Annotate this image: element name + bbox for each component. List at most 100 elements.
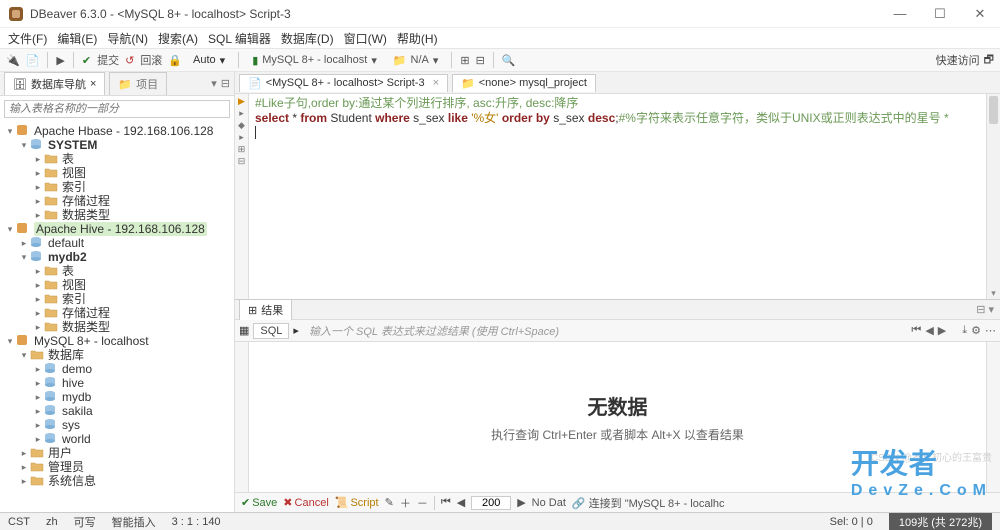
tree-node[interactable]: ▸default bbox=[0, 236, 234, 250]
tree-node[interactable]: ▸数据类型 bbox=[0, 208, 234, 222]
perspective-icon[interactable]: 🗗 bbox=[984, 51, 994, 70]
connection-dropdown[interactable]: ▮ MySQL 8+ - localhost ▾ bbox=[247, 52, 382, 69]
more-icon[interactable]: ⋯ bbox=[985, 324, 996, 337]
tree-node[interactable]: ▸表 bbox=[0, 264, 234, 278]
menu-item[interactable]: 数据库(D) bbox=[281, 30, 334, 47]
twisty-icon[interactable]: ▾ bbox=[18, 138, 30, 152]
tree-node[interactable]: ▾数据库 bbox=[0, 348, 234, 362]
code-area[interactable]: #Like子句,order by:通过某个列进行排序, asc:升序, desc… bbox=[249, 94, 1000, 299]
results-menu-icon[interactable]: ⊟ ▾ bbox=[976, 303, 1000, 316]
gutter-icon[interactable]: ◆ bbox=[238, 120, 245, 131]
filter-expand-icon[interactable]: ▸ bbox=[293, 324, 299, 337]
tree-node[interactable]: ▸索引 bbox=[0, 180, 234, 194]
twisty-icon[interactable]: ▸ bbox=[32, 166, 44, 180]
auto-commit-dropdown[interactable]: Auto ▾ bbox=[188, 52, 230, 69]
minimize-button[interactable]: — bbox=[888, 6, 912, 22]
tree-node[interactable]: ▸视图 bbox=[0, 278, 234, 292]
twisty-icon[interactable]: ▸ bbox=[32, 432, 44, 446]
add-icon[interactable]: ＋ bbox=[400, 495, 411, 511]
sql-filter-badge[interactable]: SQL bbox=[253, 323, 289, 339]
prev-page-icon[interactable]: ◀ bbox=[457, 496, 465, 509]
tree-node[interactable]: ▸表 bbox=[0, 152, 234, 166]
cancel-button[interactable]: ✖ Cancel bbox=[283, 496, 328, 509]
twisty-icon[interactable]: ▸ bbox=[18, 474, 30, 488]
sql-editor[interactable]: ▶ ▸ ◆ ▸ ⊞ ⊟ #Like子句,order by:通过某个列进行排序, … bbox=[235, 94, 1000, 300]
twisty-icon[interactable]: ▸ bbox=[32, 362, 44, 376]
save-button[interactable]: ✔ Save bbox=[241, 496, 277, 509]
quick-access[interactable]: 快速访问 bbox=[936, 52, 980, 68]
tree-node[interactable]: ▸管理员 bbox=[0, 460, 234, 474]
config-icon[interactable]: ⚙ bbox=[971, 324, 981, 337]
menu-item[interactable]: 文件(F) bbox=[8, 30, 47, 47]
tab-db-navigator[interactable]: 🗄 数据库导航 × bbox=[4, 72, 105, 95]
new-sql-icon[interactable]: 📄 bbox=[26, 54, 40, 67]
results-filter-input[interactable]: 输入一个 SQL 表达式来过滤结果 (使用 Ctrl+Space) bbox=[303, 323, 907, 339]
close-button[interactable]: ✕ bbox=[968, 6, 992, 22]
tree-node[interactable]: ▸索引 bbox=[0, 292, 234, 306]
grid-icon[interactable]: ▦ bbox=[239, 324, 249, 337]
new-connection-icon[interactable]: 🔌 bbox=[6, 54, 20, 67]
twisty-icon[interactable]: ▸ bbox=[32, 180, 44, 194]
twisty-icon[interactable]: ▾ bbox=[4, 124, 16, 138]
maximize-button[interactable]: ☐ bbox=[928, 6, 952, 22]
tree-node[interactable]: ▸数据类型 bbox=[0, 320, 234, 334]
twisty-icon[interactable]: ▸ bbox=[32, 278, 44, 292]
menu-item[interactable]: 帮助(H) bbox=[397, 30, 438, 47]
script-button[interactable]: 📜 Script bbox=[335, 496, 379, 509]
tab-projects[interactable]: 📁 项目 bbox=[109, 72, 167, 95]
schema-dropdown[interactable]: 📁 N/A ▾ bbox=[388, 52, 444, 69]
twisty-icon[interactable]: ▸ bbox=[32, 306, 44, 320]
editor-scrollbar[interactable]: ▴ ▾ bbox=[986, 94, 1000, 299]
tree-node[interactable]: ▸mydb bbox=[0, 390, 234, 404]
twisty-icon[interactable]: ▸ bbox=[18, 236, 30, 250]
twisty-icon[interactable]: ▸ bbox=[18, 460, 30, 474]
nav-prev-icon[interactable]: ◀ bbox=[925, 324, 933, 337]
export-icon[interactable]: ⤓ bbox=[962, 324, 967, 337]
tree-node[interactable]: ▸存储过程 bbox=[0, 194, 234, 208]
run-icon[interactable]: ▶ bbox=[238, 96, 245, 107]
fetch-size-input[interactable] bbox=[471, 496, 511, 510]
twisty-icon[interactable]: ▸ bbox=[32, 292, 44, 306]
tree-node[interactable]: ▸用户 bbox=[0, 446, 234, 460]
navigator-filter-input[interactable] bbox=[4, 100, 230, 118]
database-tree[interactable]: ▾Apache Hbase - 192.168.106.128▾SYSTEM▸表… bbox=[0, 122, 234, 512]
sidebar-menu-icon[interactable]: ▾ bbox=[211, 77, 217, 90]
rollback-label[interactable]: 回滚 bbox=[140, 52, 162, 68]
tree-node[interactable]: ▸hive bbox=[0, 376, 234, 390]
menu-item[interactable]: 窗口(W) bbox=[344, 30, 387, 47]
commit-icon[interactable]: ✔ bbox=[82, 54, 91, 67]
twisty-icon[interactable]: ▸ bbox=[32, 194, 44, 208]
menu-item[interactable]: 编辑(E) bbox=[57, 30, 97, 47]
twisty-icon[interactable]: ▸ bbox=[32, 404, 44, 418]
tool-icon-2[interactable]: ⊟ bbox=[476, 54, 485, 67]
commit-label[interactable]: 提交 bbox=[97, 52, 119, 68]
twisty-icon[interactable]: ▸ bbox=[32, 264, 44, 278]
twisty-icon[interactable]: ▸ bbox=[32, 418, 44, 432]
tree-node[interactable]: ▸sakila bbox=[0, 404, 234, 418]
tree-node[interactable]: ▾SYSTEM bbox=[0, 138, 234, 152]
heap-status[interactable]: 109兆 (共 272兆) bbox=[889, 513, 992, 530]
rollback-icon[interactable]: ↺ bbox=[125, 54, 134, 67]
twisty-icon[interactable]: ▾ bbox=[4, 334, 16, 348]
tree-node[interactable]: ▸sys bbox=[0, 418, 234, 432]
first-page-icon[interactable]: ⏮ bbox=[441, 496, 451, 509]
tree-node[interactable]: ▾mydb2 bbox=[0, 250, 234, 264]
tree-node[interactable]: ▾MySQL 8+ - localhost bbox=[0, 334, 234, 348]
twisty-icon[interactable]: ▸ bbox=[32, 320, 44, 334]
editor-tab-script3[interactable]: 📄 <MySQL 8+ - localhost> Script-3× bbox=[239, 74, 448, 92]
tree-node[interactable]: ▸系统信息 bbox=[0, 474, 234, 488]
next-page-icon[interactable]: ▶ bbox=[517, 496, 525, 509]
execute-icon[interactable]: ▶ bbox=[56, 54, 64, 67]
gutter-icon[interactable]: ▸ bbox=[239, 132, 244, 143]
nav-next-icon[interactable]: ▶ bbox=[938, 324, 946, 337]
tool-icon-1[interactable]: ⊞ bbox=[460, 54, 469, 67]
tree-node[interactable]: ▸world bbox=[0, 432, 234, 446]
twisty-icon[interactable]: ▾ bbox=[18, 250, 30, 264]
edit-icon[interactable]: ✎ bbox=[385, 496, 394, 509]
tree-node[interactable]: ▸存储过程 bbox=[0, 306, 234, 320]
tree-node[interactable]: ▾Apache Hbase - 192.168.106.128 bbox=[0, 124, 234, 138]
gutter-icon[interactable]: ▸ bbox=[239, 108, 244, 119]
twisty-icon[interactable]: ▸ bbox=[32, 376, 44, 390]
tree-node[interactable]: ▸视图 bbox=[0, 166, 234, 180]
gutter-icon[interactable]: ⊟ bbox=[238, 156, 246, 167]
